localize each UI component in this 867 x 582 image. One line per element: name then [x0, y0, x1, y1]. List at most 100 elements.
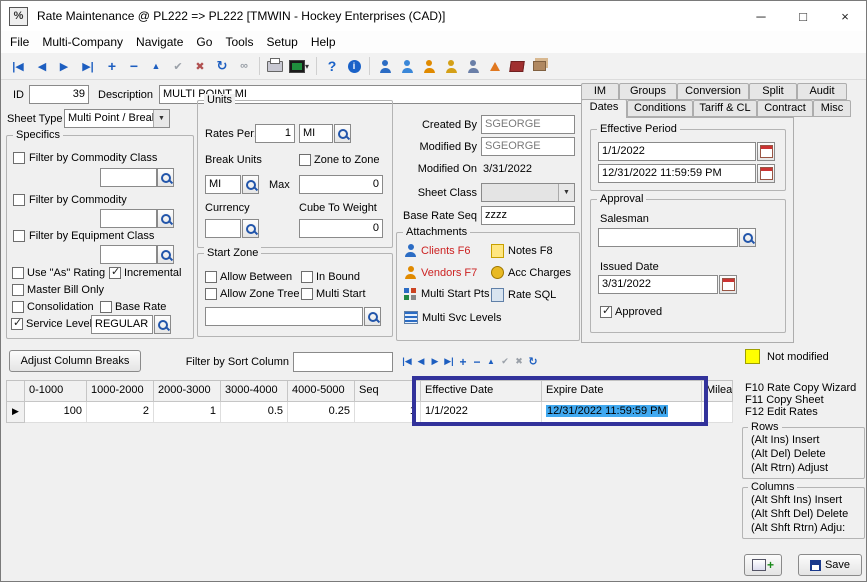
issued-date-calendar-button[interactable]: [719, 275, 737, 294]
accept-icon[interactable]: ✔: [168, 56, 188, 76]
column-header-mileage[interactable]: Milea: [702, 381, 733, 402]
currency-lookup-button[interactable]: [242, 219, 259, 238]
save-button[interactable]: Save: [798, 554, 862, 576]
approved-checkbox[interactable]: [600, 306, 612, 318]
tab-misc[interactable]: Misc: [813, 100, 851, 117]
grid-cell[interactable]: 1: [154, 402, 221, 423]
tab-dates[interactable]: Dates: [581, 99, 627, 118]
allow-zone-tree-checkbox[interactable]: [205, 288, 217, 300]
contacts-icon[interactable]: [397, 56, 417, 76]
base-rate-seq-field[interactable]: zzzz: [481, 206, 575, 225]
equipment-class-lookup-button[interactable]: [157, 245, 174, 264]
commodity-field[interactable]: [100, 209, 157, 228]
cards-icon[interactable]: [529, 56, 549, 76]
attachment-rate-sql[interactable]: Rate SQL: [491, 288, 556, 302]
column-header[interactable]: 2000-3000: [154, 381, 221, 402]
security-user-icon[interactable]: [441, 56, 461, 76]
effective-end-calendar-button[interactable]: [757, 164, 775, 183]
start-zone-field[interactable]: [205, 307, 363, 326]
allow-between-checkbox[interactable]: [205, 271, 217, 283]
column-header[interactable]: 1000-2000: [87, 381, 154, 402]
effective-end-field[interactable]: 12/31/2022 11:59:59 PM: [598, 164, 756, 183]
grid-remove-icon[interactable]: −: [470, 353, 484, 370]
column-header[interactable]: 4000-5000: [288, 381, 355, 402]
filter-by-sort-column-input[interactable]: [293, 352, 393, 372]
drivers-icon[interactable]: [463, 56, 483, 76]
refresh-icon[interactable]: ↻: [212, 56, 232, 76]
column-header[interactable]: Seq: [355, 381, 421, 402]
cube-to-weight-field[interactable]: 0: [299, 219, 383, 238]
checkin-arrow-icon[interactable]: [485, 56, 505, 76]
attachment-acc-charges[interactable]: Acc Charges: [491, 266, 571, 279]
grid-refresh-icon[interactable]: ↻: [526, 353, 540, 370]
grid-add-icon[interactable]: +: [456, 353, 470, 370]
add-icon[interactable]: +: [102, 56, 122, 76]
salesman-lookup-button[interactable]: [739, 228, 756, 247]
consolidation-checkbox[interactable]: [12, 301, 24, 313]
equipment-class-field[interactable]: [100, 245, 157, 264]
menu-multi-company[interactable]: Multi-Company: [42, 35, 123, 49]
adjust-column-breaks-button[interactable]: Adjust Column Breaks: [9, 350, 141, 372]
filter-commodity-checkbox[interactable]: [13, 194, 25, 206]
info-icon[interactable]: i: [344, 56, 364, 76]
grid-cell-expire-date[interactable]: 12/31/2022 11:59:59 PM: [542, 402, 702, 423]
grid-cell[interactable]: 2: [87, 402, 154, 423]
link-icon[interactable]: ∞: [234, 56, 254, 76]
grid-cell[interactable]: 0.25: [288, 402, 355, 423]
maximize-button[interactable]: □: [782, 1, 824, 31]
column-header[interactable]: 3000-4000: [221, 381, 288, 402]
filter-equipment-class-checkbox[interactable]: [13, 230, 25, 242]
id-field[interactable]: 39: [29, 85, 89, 104]
attachment-clients[interactable]: Clients F6: [404, 244, 471, 257]
rates-per-unit-field[interactable]: MI: [299, 124, 333, 143]
break-units-lookup-button[interactable]: [242, 175, 259, 194]
attachment-multi-start-pts[interactable]: Multi Start Pts: [404, 288, 489, 300]
tab-contract[interactable]: Contract: [757, 100, 813, 117]
cancel-icon[interactable]: ✖: [190, 56, 210, 76]
attachment-multi-svc-levels[interactable]: Multi Svc Levels: [404, 311, 501, 324]
service-level-field[interactable]: REGULAR: [91, 315, 153, 334]
remove-icon[interactable]: −: [124, 56, 144, 76]
column-header-expire-date[interactable]: Expire Date: [542, 381, 702, 402]
service-level-lookup-button[interactable]: [154, 315, 171, 334]
grid-cell-effective-date[interactable]: 1/1/2022: [421, 402, 542, 423]
terminal-icon[interactable]: ▾: [287, 56, 311, 76]
grid-nav-next-icon[interactable]: ▶: [428, 353, 442, 370]
tab-tariff-cl[interactable]: Tariff & CL: [693, 100, 757, 117]
incremental-checkbox[interactable]: [109, 267, 121, 279]
tab-conversion[interactable]: Conversion: [677, 83, 749, 100]
sheet-type-dropdown[interactable]: Multi Point / Break▼: [64, 109, 170, 128]
attachment-notes[interactable]: Notes F8: [491, 244, 553, 258]
menu-help[interactable]: Help: [311, 35, 336, 49]
grid-nav-last-icon[interactable]: ▶|: [442, 353, 456, 370]
clients-icon[interactable]: [375, 56, 395, 76]
menu-file[interactable]: File: [10, 35, 29, 49]
rates-per-unit-lookup-button[interactable]: [334, 124, 351, 143]
grid-cell-mileage[interactable]: [702, 402, 733, 423]
menu-navigate[interactable]: Navigate: [136, 35, 183, 49]
commodity-class-field[interactable]: [100, 168, 157, 187]
filter-commodity-class-checkbox[interactable]: [13, 152, 25, 164]
close-button[interactable]: ×: [824, 1, 866, 31]
multi-start-checkbox[interactable]: [301, 288, 313, 300]
minimize-button[interactable]: ─: [740, 1, 782, 31]
help-icon[interactable]: ?: [322, 56, 342, 76]
attachment-vendors[interactable]: Vendors F7: [404, 266, 477, 279]
effective-start-calendar-button[interactable]: [757, 142, 775, 161]
grid-cell-seq[interactable]: 1: [355, 402, 421, 423]
grid-collapse-icon[interactable]: ▲: [484, 353, 498, 370]
zone-to-zone-checkbox[interactable]: [299, 154, 311, 166]
row-selector-cell[interactable]: ▶: [7, 402, 25, 423]
nav-last-icon[interactable]: ▶|: [76, 56, 100, 76]
commodity-class-lookup-button[interactable]: [157, 168, 174, 187]
nav-prev-icon[interactable]: ◀: [32, 56, 52, 76]
master-bill-only-checkbox[interactable]: [12, 284, 24, 296]
vendors-icon[interactable]: [419, 56, 439, 76]
max-field[interactable]: 0: [299, 175, 383, 194]
salesman-field[interactable]: [598, 228, 738, 247]
effective-start-field[interactable]: 1/1/2022: [598, 142, 756, 161]
column-header[interactable]: 0-1000: [25, 381, 87, 402]
tab-im[interactable]: IM: [581, 83, 619, 100]
rates-per-field[interactable]: 1: [255, 124, 295, 143]
grid-cell[interactable]: 0.5: [221, 402, 288, 423]
